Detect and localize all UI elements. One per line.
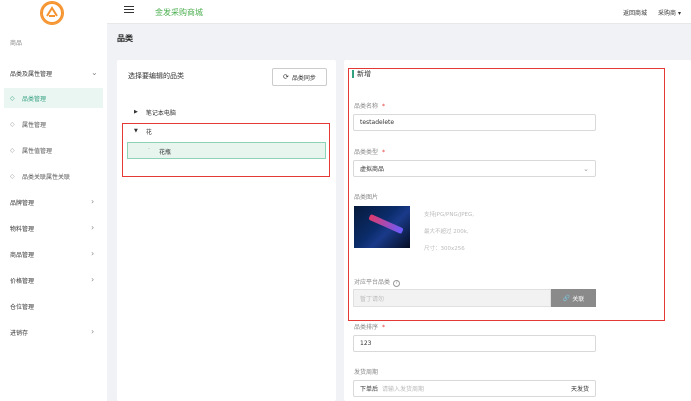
tree-node-label: 笔记本电脑 (145, 109, 176, 117)
bullet-icon: ◇ (10, 146, 15, 154)
sidebar-subitem-attribute-management[interactable]: ◇ 属性管理 (4, 114, 103, 134)
sidebar-item-material[interactable]: 物料管理 › (0, 218, 107, 238)
chevron-down-icon: ⌄ (91, 68, 98, 77)
chevron-right-icon: › (91, 223, 95, 232)
sidebar-item-inventory[interactable]: 进销存 › (0, 322, 107, 342)
category-sort-label: 品类排序 * (354, 322, 385, 331)
sidebar-subitem-label: 属性管理 (22, 121, 47, 129)
bullet-icon: ◇ (10, 172, 15, 180)
sidebar-item-label: 价格管理 (10, 277, 35, 285)
sidebar-subitem-category-management[interactable]: ◇ 品类管理 (4, 88, 103, 108)
sync-button-label: 品类同步 (291, 74, 316, 82)
logo[interactable] (40, 1, 64, 25)
back-to-mall-link[interactable]: 返回商城 (623, 8, 647, 17)
tree-panel-title: 选择要编辑的品类 (128, 72, 184, 80)
sidebar-item-label: 物料管理 (10, 225, 35, 233)
caret-down-icon: ▾ (677, 10, 681, 17)
sidebar-item-label: 品牌管理 (10, 199, 35, 207)
category-sync-button[interactable]: ⟳ 品类同步 (272, 68, 327, 86)
ship-cycle-label: 发货周期 (354, 369, 379, 376)
bullet-icon: ◇ (10, 94, 15, 102)
caret-right-icon[interactable]: ▶ (134, 109, 138, 115)
required-mark: * (382, 324, 386, 331)
ship-cycle-input[interactable]: 下单后 请输入发货周期 天发货 (353, 380, 596, 397)
sidebar-item-label: 商品管理 (10, 251, 35, 259)
sidebar-item-label: 品类及属性管理 (10, 70, 53, 78)
sidebar-item-price[interactable]: 价格管理 › (0, 270, 107, 290)
highlight-box-form (348, 68, 665, 321)
sidebar-subitem-label: 属性值管理 (22, 147, 53, 155)
user-menu[interactable]: 采购商 ▾ (658, 8, 681, 17)
sidebar-item-label: 仓位管理 (10, 303, 35, 311)
sidebar-subitem-label: 品类管理 (22, 95, 47, 103)
sidebar-subitem-label: 品类关联属性关联 (22, 173, 71, 181)
chevron-right-icon: › (91, 249, 95, 258)
sidebar-home-label: 商品 (10, 40, 23, 47)
ship-cycle-placeholder: 请输入发货周期 (382, 386, 425, 393)
user-name: 采购商 (658, 10, 677, 17)
sidebar-item-warehouse[interactable]: 仓位管理 (0, 296, 107, 316)
highlight-box-tree (122, 123, 330, 177)
menu-toggle-icon[interactable] (124, 6, 134, 16)
sidebar-subitem-attribute-value-management[interactable]: ◇ 属性值管理 (4, 140, 103, 160)
category-sort-input[interactable]: 123 (353, 335, 596, 352)
chevron-right-icon: › (91, 197, 95, 206)
tree-node-laptop[interactable]: ▶ 笔记本电脑 (134, 104, 176, 120)
site-name: 金发采购商城 (155, 8, 203, 17)
header: 金发采购商城 返回商城 采购商 ▾ (107, 0, 691, 24)
sidebar-item-brand[interactable]: 品牌管理 › (0, 192, 107, 212)
page-title: 品类 (117, 34, 133, 43)
chevron-right-icon: › (91, 275, 95, 284)
category-tree-panel: 选择要编辑的品类 ⟳ 品类同步 ▶ 笔记本电脑 ▼ 花 · 花瓶 (117, 60, 336, 401)
sidebar-item-category-attributes[interactable]: 品类及属性管理 ⌄ (0, 63, 107, 83)
sidebar-item-product[interactable]: 商品管理 › (0, 244, 107, 264)
sync-icon: ⟳ (283, 73, 289, 81)
ship-cycle-suffix: 天发货 (570, 386, 589, 393)
bullet-icon: ◇ (10, 120, 15, 128)
sidebar-subitem-category-attribute-link[interactable]: ◇ 品类关联属性关联 (4, 166, 103, 186)
chevron-right-icon: › (91, 327, 95, 336)
sidebar-item-label: 进销存 (10, 329, 29, 337)
ship-cycle-prefix: 下单后 (360, 386, 379, 393)
sidebar: 商品 品类及属性管理 ⌄ ◇ 品类管理 ◇ 属性管理 ◇ 属性值管理 ◇ 品类关… (0, 0, 107, 401)
field-label-text: 品类排序 (354, 324, 379, 331)
